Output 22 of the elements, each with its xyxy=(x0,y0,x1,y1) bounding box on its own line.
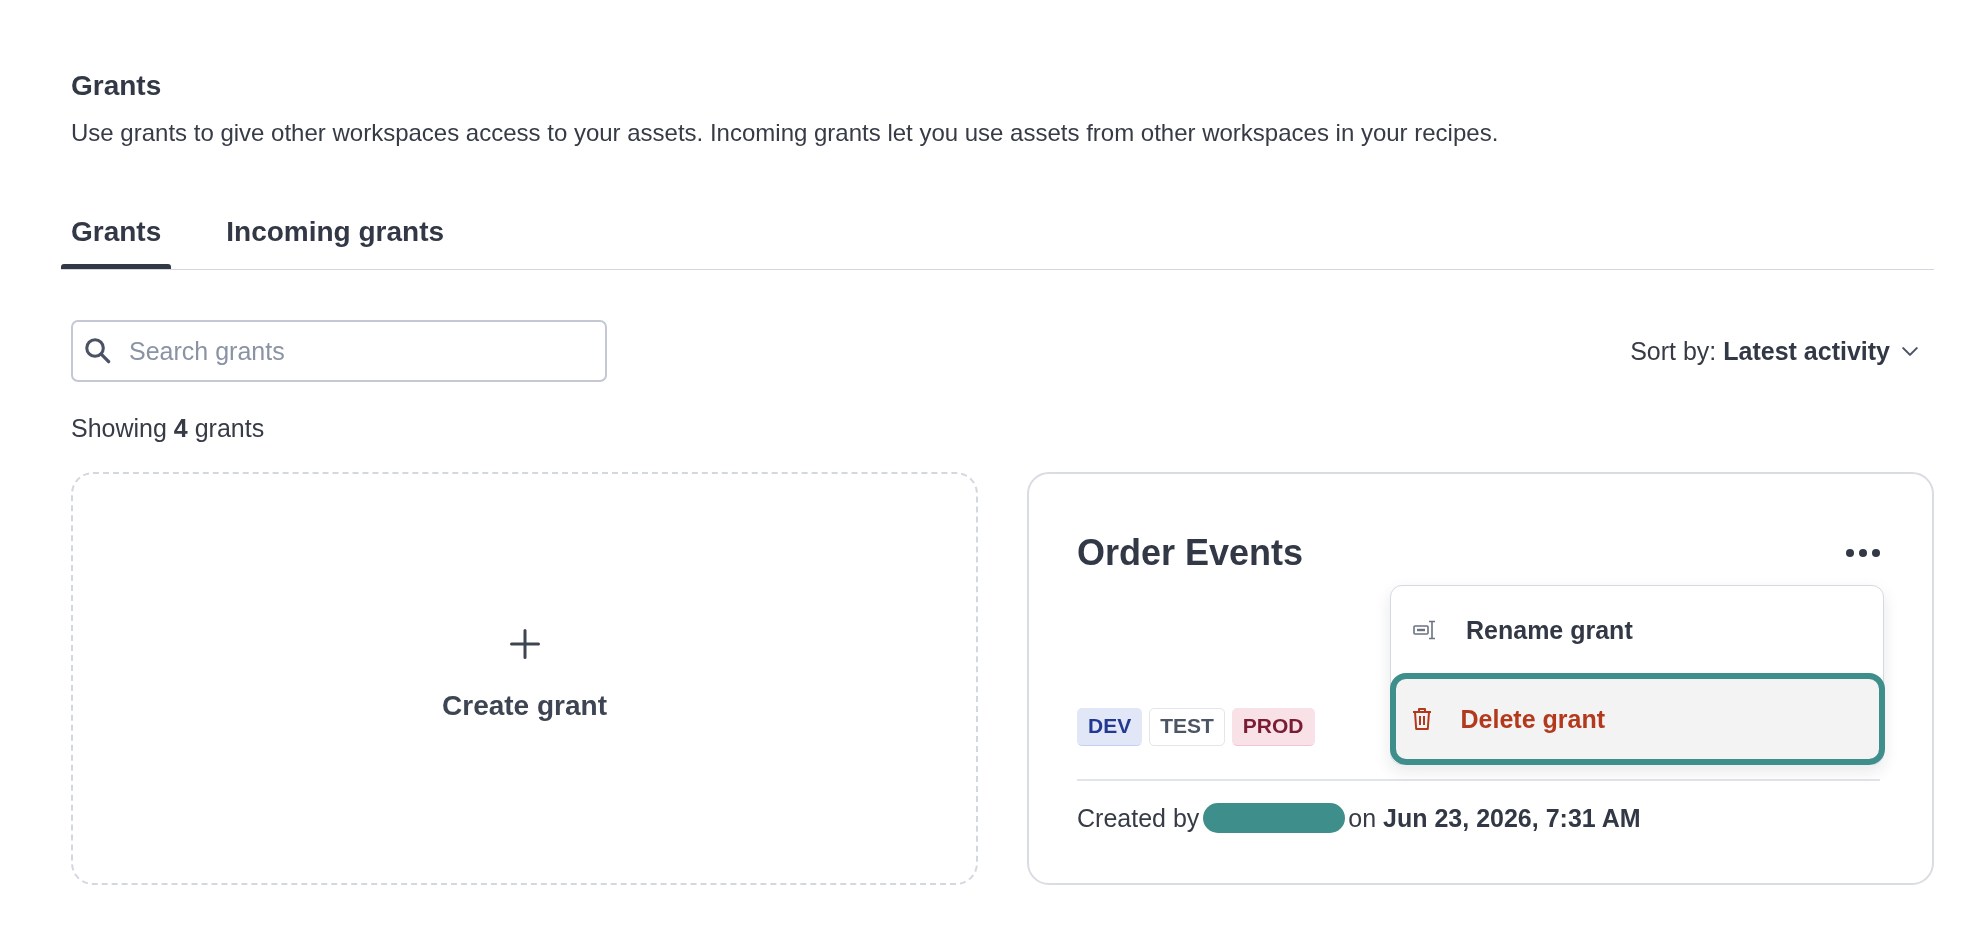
sort-dropdown[interactable]: Sort by: Latest activity xyxy=(1630,336,1934,366)
search-field[interactable]: Search grants xyxy=(71,320,607,382)
tab[interactable]: Grants xyxy=(61,215,172,269)
text-cursor-icon xyxy=(1413,619,1437,640)
grant-title: Order Events xyxy=(1077,531,1304,575)
page-description: Use grants to give other workspaces access to your assets. Incoming grants let you use assets from other workspaces in your recipes. xyxy=(71,118,1500,148)
tab[interactable]: Incoming grants xyxy=(216,215,455,269)
plus-icon xyxy=(509,628,540,659)
caret-icon xyxy=(1902,346,1918,356)
result-count: Showing 4 grants xyxy=(71,413,266,443)
trash-icon xyxy=(1411,707,1432,731)
create-grant-card[interactable]: Create grant xyxy=(71,472,978,885)
menu-item[interactable]: Delete grant xyxy=(1389,673,1885,765)
environment-tag: PROD xyxy=(1231,708,1315,746)
created-by-label: Created by xyxy=(1077,803,1200,833)
environment-tag: DEV xyxy=(1077,708,1143,746)
menu-item[interactable]: Rename grant xyxy=(1391,586,1883,673)
created-date: on Jun 23, 2026, 7:31 AM xyxy=(1348,803,1641,833)
environment-tag: TEST xyxy=(1149,708,1225,746)
search-icon xyxy=(85,338,111,364)
page-title: Grants xyxy=(71,69,163,103)
dots-icon xyxy=(1846,549,1880,557)
